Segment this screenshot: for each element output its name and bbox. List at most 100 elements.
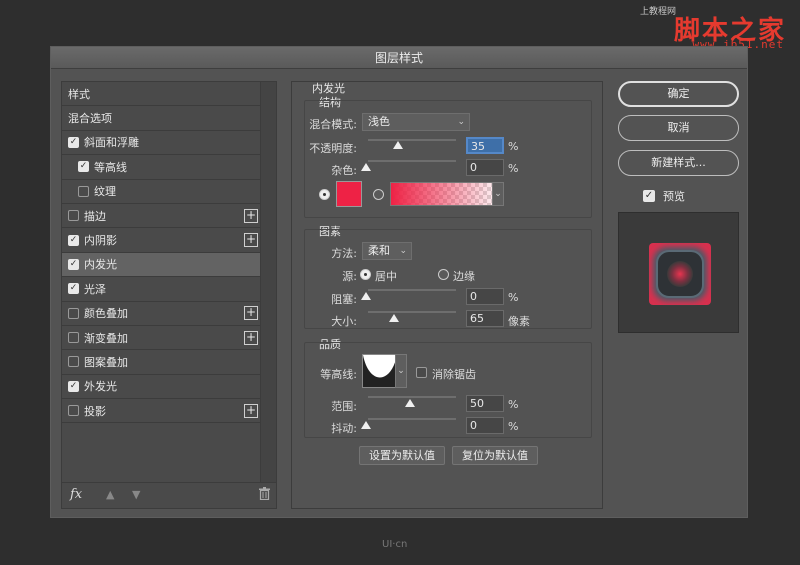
style-item-label: 等高线 — [94, 160, 127, 174]
ok-button[interactable]: 确定 — [618, 81, 739, 107]
style-item[interactable]: 描边 + — [62, 204, 260, 229]
style-checkbox[interactable]: ✓ — [78, 161, 89, 173]
preview-checkbox[interactable]: ✓ — [643, 190, 655, 202]
noise-slider[interactable] — [368, 160, 456, 162]
noise-input[interactable]: 0 — [466, 159, 504, 176]
style-checkbox[interactable] — [68, 307, 79, 319]
choke-input[interactable]: 0 — [466, 288, 504, 305]
jitter-input[interactable]: 0 — [466, 417, 504, 434]
add-style-icon[interactable]: + — [244, 306, 258, 321]
antialias-checkbox[interactable] — [416, 367, 427, 378]
style-checkbox[interactable]: ✓ — [68, 380, 79, 392]
range-slider-thumb[interactable] — [405, 399, 415, 407]
make-default-button[interactable]: 设置为默认值 — [359, 446, 445, 465]
jitter-unit: % — [508, 420, 519, 433]
style-item[interactable]: ✓ 内阴影 + — [62, 228, 260, 253]
choke-unit: % — [508, 291, 519, 304]
style-checkbox[interactable] — [68, 210, 79, 222]
choke-slider[interactable] — [368, 289, 456, 291]
add-style-icon[interactable]: + — [244, 208, 258, 223]
style-item-label: 光泽 — [84, 282, 106, 296]
choke-slider-thumb[interactable] — [361, 292, 371, 300]
style-checkbox[interactable]: ✓ — [68, 258, 79, 270]
style-preview — [618, 212, 739, 333]
size-slider[interactable] — [368, 311, 456, 313]
styles-scrollbar[interactable] — [260, 82, 276, 482]
opacity-label: 不透明度: — [309, 142, 357, 155]
opacity-unit: % — [508, 140, 519, 153]
source-edge-radio[interactable] — [438, 269, 449, 280]
style-item[interactable]: 样式 — [62, 82, 260, 107]
watermark-small: 上教程网 — [640, 7, 677, 17]
style-checkbox[interactable] — [78, 185, 89, 197]
range-input[interactable]: 50 — [466, 395, 504, 412]
style-item[interactable]: 纹理 — [62, 180, 260, 204]
glow-gradient-picker[interactable] — [390, 182, 504, 206]
move-down-icon[interactable]: ▼ — [132, 488, 140, 501]
source-edge-label: 边缘 — [453, 270, 475, 283]
style-item-label: 描边 — [84, 209, 106, 223]
size-input[interactable]: 65 — [466, 310, 504, 327]
style-item[interactable]: ✓ 等高线 — [62, 155, 260, 180]
technique-select[interactable]: 柔和 ⌄ — [362, 242, 412, 260]
move-up-icon[interactable]: ▲ — [106, 488, 114, 501]
source-label: 源: — [342, 270, 357, 283]
style-checkbox[interactable] — [68, 356, 79, 368]
style-item-label: 内发光 — [84, 258, 117, 272]
opacity-slider[interactable] — [368, 139, 456, 141]
style-item[interactable]: ✓ 外发光 — [62, 375, 260, 400]
style-checkbox[interactable] — [68, 405, 79, 417]
chevron-down-icon[interactable]: ⌄ — [395, 354, 407, 388]
cancel-button[interactable]: 取消 — [618, 115, 739, 141]
blend-mode-value: 浅色 — [368, 115, 390, 128]
chevron-down-icon[interactable]: ⌄ — [492, 182, 504, 206]
noise-unit: % — [508, 162, 519, 175]
style-item[interactable]: 颜色叠加 + — [62, 302, 260, 326]
add-style-icon[interactable]: + — [244, 403, 258, 418]
gradient-mode-radio[interactable] — [373, 189, 384, 200]
style-item[interactable]: ✓ 斜面和浮雕 — [62, 131, 260, 156]
contour-curve-icon — [363, 355, 395, 387]
antialias-label: 消除锯齿 — [432, 368, 476, 381]
size-slider-thumb[interactable] — [389, 314, 399, 322]
opacity-input[interactable]: 35 — [466, 137, 504, 154]
style-item-label: 渐变叠加 — [84, 331, 128, 345]
style-checkbox[interactable]: ✓ — [68, 283, 79, 295]
style-item[interactable]: ✓ 光泽 — [62, 277, 260, 302]
choke-label: 阻塞: — [331, 293, 357, 306]
blend-mode-select[interactable]: 浅色 ⌄ — [362, 113, 470, 131]
source-center-radio[interactable] — [360, 269, 371, 280]
range-slider[interactable] — [368, 396, 456, 398]
preview-label: 预览 — [663, 190, 685, 203]
style-checkbox[interactable] — [68, 332, 79, 344]
opacity-slider-thumb[interactable] — [393, 141, 403, 149]
glow-color-swatch[interactable] — [336, 181, 362, 207]
blend-mode-label: 混合模式: — [309, 118, 357, 131]
style-item-label: 颜色叠加 — [84, 307, 128, 321]
jitter-slider-thumb[interactable] — [361, 421, 371, 429]
size-unit: 像素 — [508, 315, 530, 328]
color-mode-radio[interactable] — [319, 189, 330, 200]
style-item-label: 内阴影 — [84, 234, 117, 248]
style-checkbox[interactable]: ✓ — [68, 136, 79, 148]
contour-picker[interactable] — [362, 354, 396, 388]
jitter-label: 抖动: — [331, 422, 357, 435]
noise-slider-thumb[interactable] — [361, 163, 371, 171]
style-item[interactable]: 混合选项 — [62, 106, 260, 131]
jitter-slider[interactable] — [368, 418, 456, 420]
add-style-icon[interactable]: + — [244, 233, 258, 248]
reset-default-button[interactable]: 复位为默认值 — [452, 446, 538, 465]
style-item-label: 样式 — [68, 87, 90, 101]
trash-icon[interactable] — [259, 487, 270, 500]
new-style-button[interactable]: 新建样式... — [618, 150, 739, 176]
style-item-label: 外发光 — [84, 380, 117, 394]
style-item[interactable]: ✓ 内发光 — [62, 252, 260, 278]
style-checkbox[interactable]: ✓ — [68, 234, 79, 246]
style-item-label: 混合选项 — [68, 112, 112, 126]
range-unit: % — [508, 398, 519, 411]
style-item[interactable]: 投影 + — [62, 399, 260, 424]
style-item[interactable]: 渐变叠加 + — [62, 326, 260, 351]
fx-button[interactable]: fx — [70, 487, 82, 502]
style-item[interactable]: 图案叠加 — [62, 350, 260, 375]
add-style-icon[interactable]: + — [244, 330, 258, 345]
